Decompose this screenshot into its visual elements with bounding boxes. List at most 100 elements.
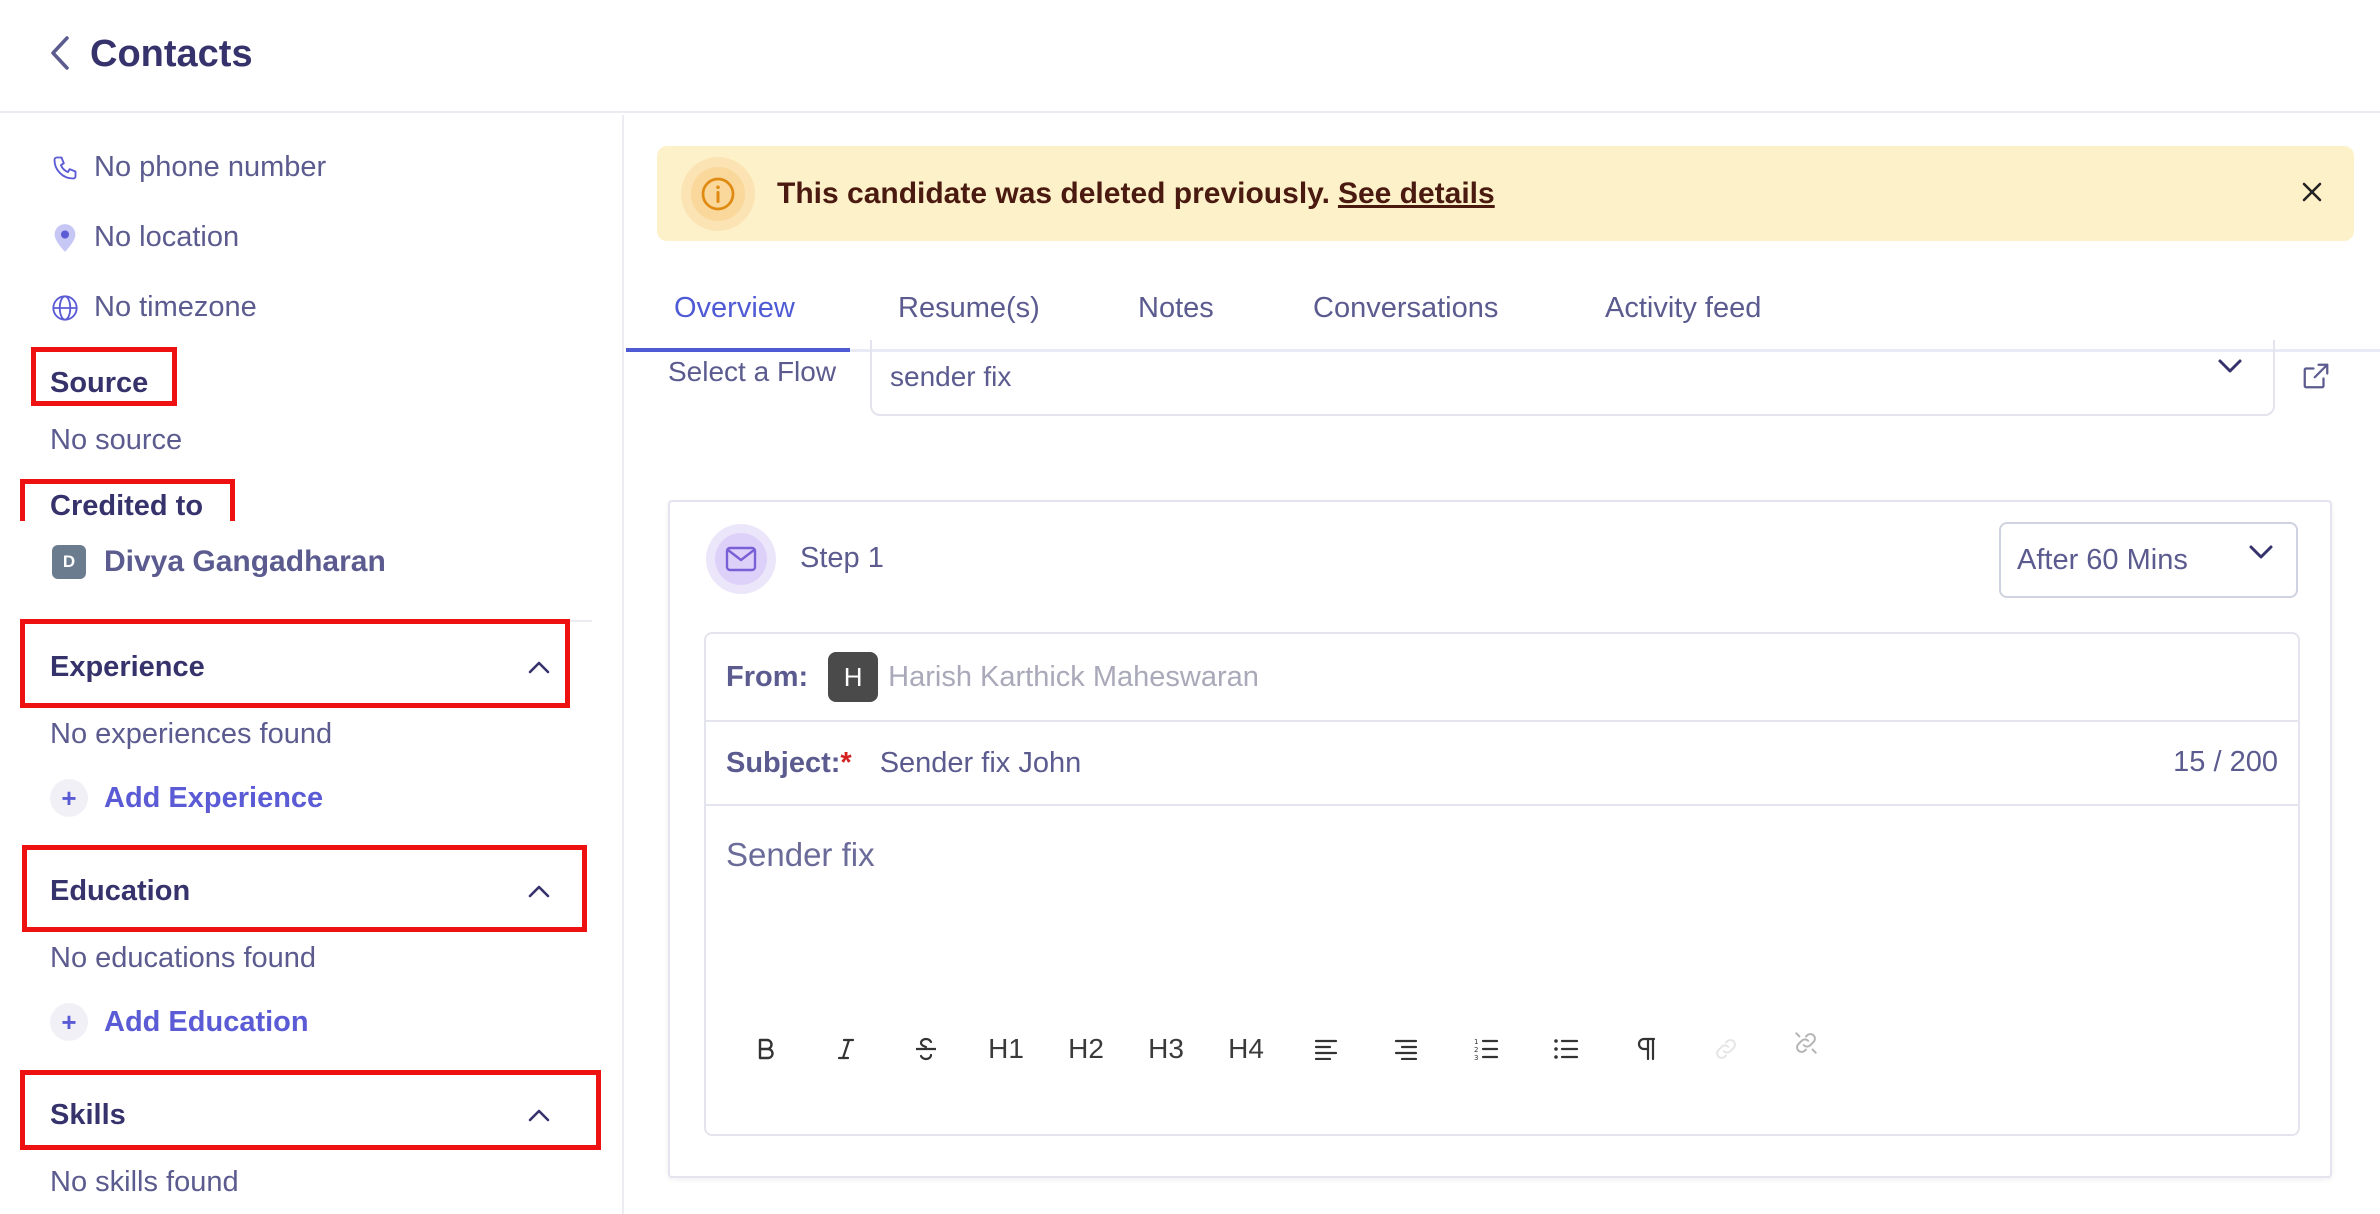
step-delay-select[interactable]: After 60 Mins bbox=[1999, 522, 2298, 598]
deleted-candidate-banner: This candidate was deleted previously. Se… bbox=[657, 146, 2354, 241]
close-banner-button[interactable] bbox=[2294, 174, 2330, 210]
subject-input[interactable] bbox=[879, 746, 1980, 780]
subject-row: Subject:* 15 / 200 bbox=[706, 722, 2298, 806]
link-button[interactable] bbox=[1686, 1024, 1766, 1074]
strikethrough-button[interactable] bbox=[886, 1024, 966, 1074]
skills-title: Skills bbox=[50, 1098, 126, 1131]
sender-avatar: H bbox=[828, 652, 879, 702]
flow-select[interactable]: sender fix bbox=[870, 340, 2275, 416]
heading-3-button[interactable]: H3 bbox=[1126, 1024, 1206, 1074]
flow-select-value: sender fix bbox=[890, 361, 1012, 392]
add-experience-label: Add Experience bbox=[104, 781, 324, 814]
italic-icon bbox=[837, 1038, 855, 1060]
app-header: Contacts bbox=[0, 0, 2380, 113]
ordered-list-button[interactable]: 123 bbox=[1446, 1024, 1526, 1074]
skills-section-toggle[interactable]: Skills bbox=[50, 1095, 550, 1135]
phone-value: No phone number bbox=[94, 151, 327, 183]
step-delay-value: After 60 Mins bbox=[2017, 543, 2188, 576]
add-experience-button[interactable]: + Add Experience bbox=[50, 779, 323, 817]
info-icon bbox=[681, 156, 755, 231]
required-marker: * bbox=[840, 746, 852, 779]
tab-activity-feed[interactable]: Activity feed bbox=[1605, 292, 1761, 325]
page-title: Contacts bbox=[90, 33, 253, 75]
timezone-row: No timezone bbox=[50, 291, 257, 324]
align-left-icon bbox=[1314, 1039, 1338, 1060]
chevron-down-icon bbox=[2218, 359, 2242, 373]
paragraph-button[interactable] bbox=[1606, 1024, 1686, 1074]
svg-text:1: 1 bbox=[1474, 1038, 1478, 1046]
italic-button[interactable] bbox=[806, 1024, 886, 1074]
credited-user[interactable]: D Divya Gangadharan bbox=[52, 545, 386, 579]
education-title: Education bbox=[50, 874, 191, 907]
from-label: From: bbox=[726, 660, 809, 693]
mail-icon bbox=[706, 524, 776, 594]
tab-resumes[interactable]: Resume(s) bbox=[898, 292, 1040, 325]
unlink-icon bbox=[1795, 1032, 1817, 1054]
svg-text:3: 3 bbox=[1474, 1054, 1478, 1061]
align-right-icon bbox=[1394, 1039, 1418, 1060]
back-button[interactable] bbox=[40, 30, 80, 76]
chevron-down-icon bbox=[2249, 545, 2273, 559]
flow-label: Select a Flow bbox=[668, 356, 837, 387]
bold-button[interactable] bbox=[726, 1024, 806, 1074]
sidebar-divider bbox=[50, 620, 592, 622]
skills-empty: No skills found bbox=[50, 1166, 239, 1198]
heading-2-button[interactable]: H2 bbox=[1046, 1024, 1126, 1074]
align-right-button[interactable] bbox=[1366, 1024, 1446, 1074]
credited-name: Divya Gangadharan bbox=[104, 545, 386, 578]
from-row[interactable]: From: H Harish Karthick Maheswaran bbox=[706, 634, 2298, 722]
editor-toolbar: H1 H2 H3 H4 123 bbox=[726, 1024, 1846, 1074]
location-pin-icon bbox=[50, 223, 80, 253]
email-body[interactable]: Sender fix bbox=[726, 836, 875, 874]
source-label: Source bbox=[50, 367, 149, 399]
location-value: No location bbox=[94, 221, 240, 253]
bullet-list-button[interactable] bbox=[1526, 1024, 1606, 1074]
contact-sidebar[interactable]: No phone number No location No timezone … bbox=[0, 115, 624, 1214]
email-composer: From: H Harish Karthick Maheswaran Subje… bbox=[704, 632, 2300, 1136]
tab-overview[interactable]: Overview bbox=[674, 292, 795, 325]
banner-message: This candidate was deleted previously. Se… bbox=[777, 177, 1495, 211]
timezone-value: No timezone bbox=[94, 291, 257, 323]
flow-step-card: Step 1 After 60 Mins From: H Harish Kart… bbox=[668, 500, 2332, 1178]
bold-icon bbox=[758, 1038, 774, 1060]
svg-text:2: 2 bbox=[1474, 1046, 1478, 1054]
link-icon bbox=[1716, 1039, 1736, 1059]
unlink-button[interactable] bbox=[1766, 1018, 1846, 1068]
paragraph-icon bbox=[1637, 1037, 1656, 1061]
tab-conversations[interactable]: Conversations bbox=[1313, 292, 1498, 325]
experience-section-toggle[interactable]: Experience bbox=[50, 647, 550, 687]
experience-title: Experience bbox=[50, 650, 205, 683]
experience-empty: No experiences found bbox=[50, 718, 333, 750]
external-link-icon bbox=[2303, 363, 2329, 389]
education-empty: No educations found bbox=[50, 942, 317, 974]
sender-name: Harish Karthick Maheswaran bbox=[888, 660, 1259, 693]
heading-4-button[interactable]: H4 bbox=[1206, 1024, 1286, 1074]
see-details-link[interactable]: See details bbox=[1338, 177, 1495, 210]
ordered-list-icon: 123 bbox=[1474, 1038, 1499, 1061]
education-section-toggle[interactable]: Education bbox=[50, 871, 550, 911]
add-education-label: Add Education bbox=[104, 1005, 309, 1038]
bullet-list-icon bbox=[1554, 1039, 1579, 1059]
active-tab-indicator bbox=[626, 348, 850, 352]
add-education-button[interactable]: + Add Education bbox=[50, 1003, 309, 1041]
globe-icon bbox=[50, 293, 80, 323]
close-icon bbox=[2302, 182, 2322, 202]
open-flow-button[interactable] bbox=[2298, 358, 2334, 394]
strikethrough-icon bbox=[916, 1037, 936, 1061]
phone-icon bbox=[50, 153, 80, 183]
phone-row: No phone number bbox=[50, 151, 326, 184]
location-row: No location bbox=[50, 221, 239, 254]
subject-char-count: 15 / 200 bbox=[2173, 746, 2278, 778]
tab-notes[interactable]: Notes bbox=[1138, 292, 1214, 325]
chevron-up-icon bbox=[528, 661, 550, 674]
step-title: Step 1 bbox=[800, 542, 884, 574]
user-avatar: D bbox=[52, 545, 86, 579]
credited-to-label: Credited to bbox=[50, 490, 204, 517]
source-value: No source bbox=[50, 424, 183, 456]
chevron-up-icon bbox=[528, 1109, 550, 1122]
subject-label: Subject: bbox=[726, 746, 841, 779]
heading-1-button[interactable]: H1 bbox=[966, 1024, 1046, 1074]
plus-icon: + bbox=[50, 1003, 88, 1041]
align-left-button[interactable] bbox=[1286, 1024, 1366, 1074]
clipped-row bbox=[50, 115, 550, 127]
